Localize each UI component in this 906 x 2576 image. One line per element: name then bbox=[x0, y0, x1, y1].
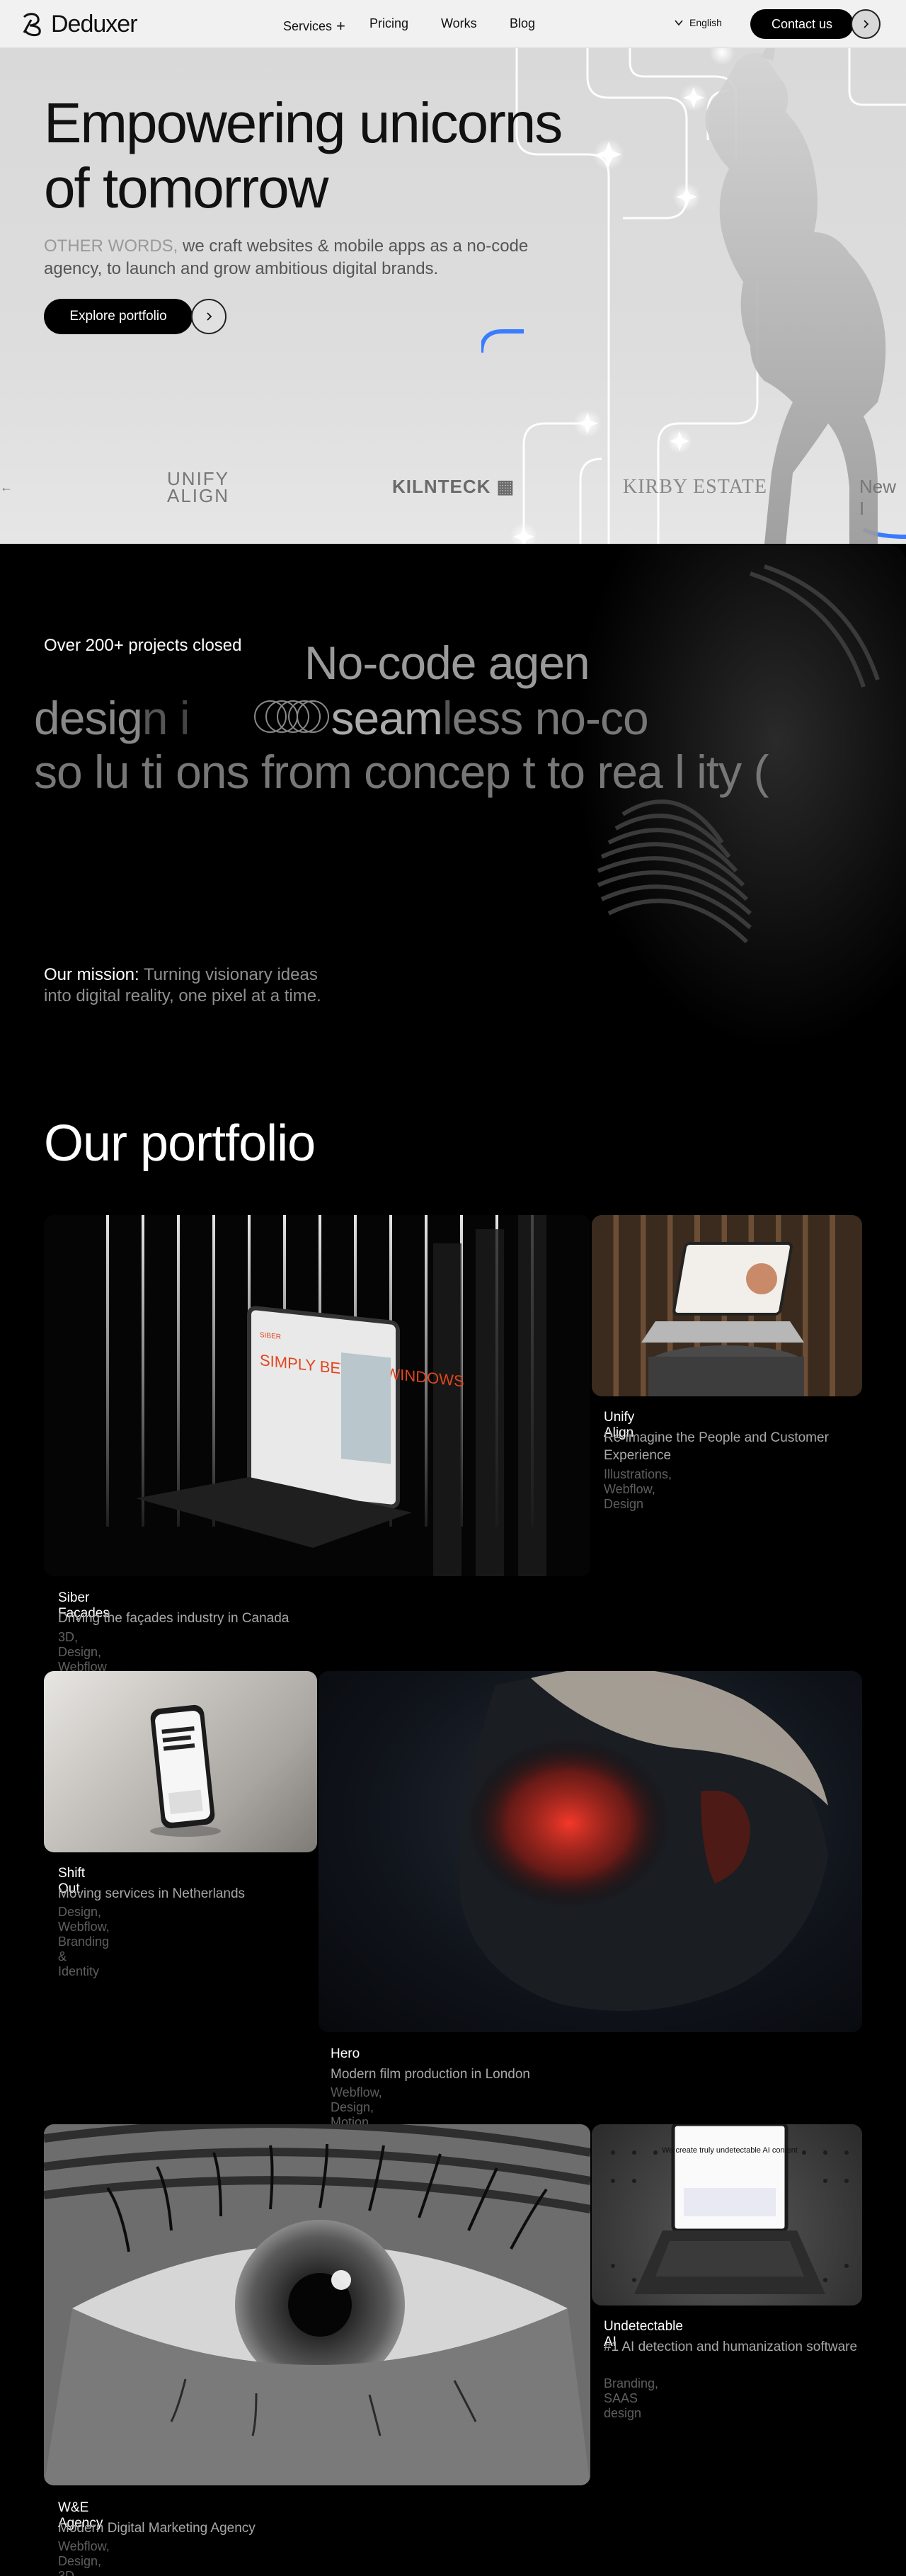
unify-laptop-illustration bbox=[641, 1242, 804, 1396]
explore-arrow-button[interactable] bbox=[191, 299, 226, 334]
nav-services-label: Services bbox=[283, 19, 333, 33]
client-logo-edge-arrow: ← bbox=[0, 480, 13, 494]
we-project-image[interactable] bbox=[44, 2124, 590, 2485]
chevron-right-icon bbox=[207, 312, 212, 321]
card-shiftout-tags: Design, Webflow, Branding & Identity bbox=[58, 1905, 110, 1978]
card-we-desc: Modern Digital Marketing Agency bbox=[58, 2521, 256, 2536]
unify-project-image[interactable] bbox=[592, 1215, 862, 1396]
hero-section: Empowering unicorns of tomorrow OTHER WO… bbox=[0, 48, 906, 544]
kilnteck-mark-icon: ▦ bbox=[496, 476, 515, 497]
mission-statement: Our mission: Turning visionary ideas int… bbox=[44, 964, 327, 1007]
projects-count: Over 200+ projects closed bbox=[44, 636, 242, 655]
hero-subtitle: OTHER WORDS, we craft websites & mobile … bbox=[44, 235, 554, 280]
nav-services[interactable]: Services + bbox=[283, 16, 345, 35]
chevron-right-icon bbox=[864, 20, 869, 28]
hero-subtitle-prefix: OTHER WORDS, bbox=[44, 236, 178, 256]
card-hero-name: Hero bbox=[331, 2046, 360, 2061]
headline-2f: ess no-co bbox=[452, 692, 649, 744]
headline-2b: n bbox=[142, 692, 168, 744]
card-unify-desc: Re-imagine the People and Customer Exper… bbox=[604, 1430, 829, 1463]
unicorn-figure bbox=[705, 48, 886, 544]
shiftout-phone-illustration bbox=[150, 1704, 221, 1837]
hero-title: Empowering unicorns of tomorrow bbox=[44, 91, 563, 220]
undetectable-screen-headline: We create truly undetectable AI content bbox=[662, 2146, 798, 2155]
card-we-tags: Webflow, Design, 3D bbox=[58, 2539, 110, 2576]
card-siber-desc: Driving the façades industry in Canada bbox=[58, 1611, 289, 1626]
headline-2d: seam bbox=[331, 692, 443, 744]
headline-2c: i bbox=[167, 692, 190, 744]
language-selector[interactable]: English bbox=[674, 17, 722, 28]
logo-text: Deduxer bbox=[51, 10, 138, 38]
explore-portfolio-button[interactable]: Explore portfolio bbox=[44, 299, 193, 334]
nav-pricing[interactable]: Pricing bbox=[369, 16, 408, 31]
portfolio-title: Our portfolio bbox=[44, 1115, 316, 1172]
headline-2a: desig bbox=[34, 692, 143, 744]
rings-icon bbox=[254, 700, 329, 733]
siber-laptop-illustration: SIBER SIMPLY BETTER WINDOWS bbox=[106, 1215, 546, 1576]
card-siber-tags: 3D, Design, Webflow bbox=[58, 1630, 107, 1674]
headline-line-1: No-code agen bbox=[304, 637, 590, 689]
undetectable-laptop-illustration: We create truly undetectable AI content bbox=[611, 2124, 849, 2294]
card-unify-tags: Illustrations, Webflow, Design bbox=[604, 1467, 672, 1511]
mission-lead: Our mission: bbox=[44, 965, 139, 984]
headline-2e: l bbox=[442, 692, 453, 744]
card-hero-desc: Modern film production in London bbox=[331, 2067, 531, 2082]
shiftout-project-image[interactable] bbox=[44, 1671, 317, 1852]
logo[interactable]: Deduxer bbox=[21, 10, 138, 38]
mission-section: Over 200+ projects closed No-code agen d… bbox=[0, 545, 906, 1105]
plus-icon: + bbox=[336, 17, 345, 35]
card-undetectable-desc: #1 AI detection and humanization softwar… bbox=[604, 2340, 858, 2354]
client-kilnteck-text: KILNTECK bbox=[392, 476, 491, 497]
chevron-down-icon bbox=[675, 20, 683, 26]
nav-blog[interactable]: Blog bbox=[510, 16, 535, 31]
contact-arrow-button[interactable] bbox=[851, 9, 881, 39]
siber-project-image[interactable]: SIBER SIMPLY BETTER WINDOWS bbox=[44, 1215, 590, 1576]
logo-mark-icon bbox=[23, 13, 41, 37]
undetectable-project-image[interactable]: We create truly undetectable AI content bbox=[592, 2124, 862, 2306]
headline-line-2: design i seamless no-co bbox=[34, 691, 649, 745]
abstract-face-lines-illustration bbox=[538, 545, 906, 1105]
headline-line-3: so lu ti ons from concep t to rea l ity … bbox=[34, 746, 769, 798]
eye-closeup-illustration bbox=[44, 2124, 590, 2485]
card-undetectable-tags: Branding, SAAS design bbox=[604, 2376, 659, 2420]
hero-project-image[interactable] bbox=[319, 1671, 862, 2032]
client-logo-kilnteck: KILNTECK ▦ bbox=[392, 476, 515, 498]
client-logo-unify-align: UNIFY ALIGN bbox=[167, 469, 230, 506]
top-navbar: Deduxer Services + Pricing Works Blog Eng… bbox=[0, 0, 906, 48]
card-shiftout-desc: Moving services in Netherlands bbox=[58, 1886, 246, 1901]
client-unify-line2: ALIGN bbox=[167, 485, 230, 506]
client-logo-new: New I bbox=[859, 476, 897, 519]
contact-button[interactable]: Contact us bbox=[750, 9, 854, 39]
client-logo-kirby-estate: KIRBY ESTATE bbox=[623, 476, 767, 498]
hero-portrait-illustration bbox=[459, 1671, 828, 2011]
language-label: English bbox=[689, 17, 722, 28]
nav-works[interactable]: Works bbox=[441, 16, 477, 31]
